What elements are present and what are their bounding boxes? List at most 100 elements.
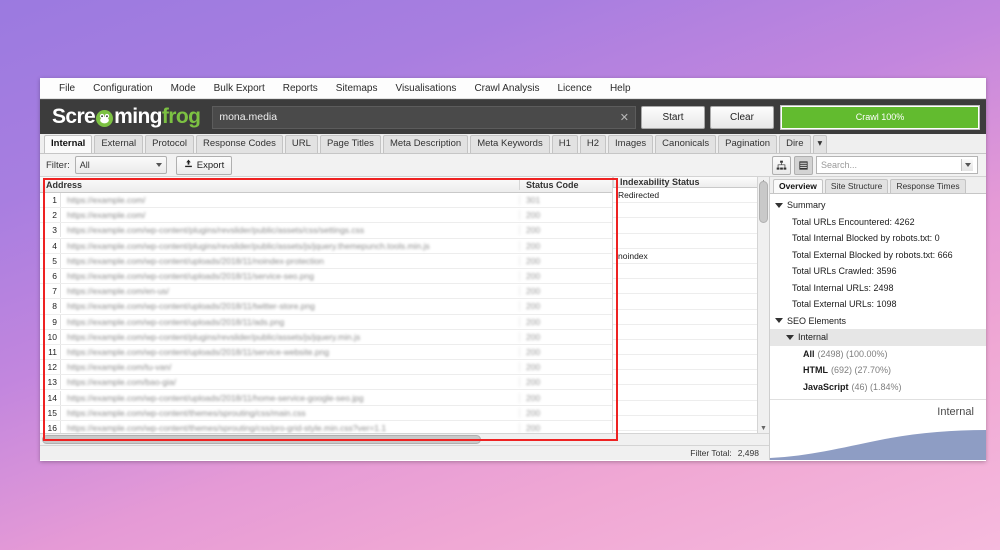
table-row[interactable]: 2 https://example.com/200: [40, 208, 612, 224]
tab-response-codes[interactable]: Response Codes: [196, 135, 283, 153]
horizontal-scrollbar[interactable]: [40, 433, 769, 445]
cell-address[interactable]: https://example.com/wp-content/uploads/2…: [61, 301, 519, 311]
menu-item-crawl-analysis[interactable]: Crawl Analysis: [465, 83, 548, 94]
table-row[interactable]: 13 https://example.com/bao-gia/200: [40, 375, 612, 391]
menu-item-bulk-export[interactable]: Bulk Export: [205, 83, 274, 94]
cell-status-code[interactable]: 200: [519, 301, 612, 312]
table-row[interactable]: 11 https://example.com/wp-content/uploads…: [40, 344, 612, 361]
scrollbar-thumb[interactable]: [759, 181, 768, 223]
tab-external[interactable]: External: [94, 135, 144, 153]
scroll-down-icon[interactable]: ▼: [758, 423, 769, 433]
table-row[interactable]: 12 https://example.com/tu-van/200: [40, 360, 612, 376]
cell-status-code[interactable]: 200: [519, 316, 612, 327]
menu-item-licence[interactable]: Licence: [548, 83, 600, 94]
menu-item-file[interactable]: File: [50, 83, 84, 94]
cell-status-code[interactable]: 200: [519, 271, 612, 282]
cell-indexability-status[interactable]: [613, 294, 757, 310]
cell-address[interactable]: https://example.com/wp-content/uploads/2…: [61, 317, 519, 327]
cell-address[interactable]: https://example.com/wp-content/plugins/r…: [61, 241, 519, 251]
table-row[interactable]: 15 https://example.com/wp-content/themes/…: [40, 405, 612, 421]
internal-item-all[interactable]: All (2498) (100.00%): [770, 346, 986, 363]
tab-internal[interactable]: Internal: [44, 135, 93, 153]
menu-item-sitemaps[interactable]: Sitemaps: [327, 83, 387, 94]
filter-select[interactable]: All: [74, 156, 167, 174]
menu-item-mode[interactable]: Mode: [162, 83, 205, 94]
tab-images[interactable]: Images: [608, 135, 654, 153]
cell-address[interactable]: https://example.com/wp-content/plugins/r…: [61, 225, 519, 235]
tab-directives[interactable]: Dire: [779, 135, 811, 153]
tab-h2[interactable]: H2: [579, 135, 607, 153]
cell-indexability-status[interactable]: [613, 203, 757, 219]
search-input[interactable]: Search...: [816, 156, 978, 174]
cell-status-code[interactable]: 200: [519, 392, 612, 403]
internal-item-html[interactable]: HTML (692) (27.70%): [770, 362, 986, 379]
cell-indexability-status[interactable]: [613, 385, 757, 401]
chevron-down-icon[interactable]: ▾: [812, 135, 828, 153]
table-row[interactable]: 16 https://example.com/wp-content/themes/…: [40, 420, 612, 433]
table-row[interactable]: 9 https://example.com/wp-content/uploads/…: [40, 314, 612, 330]
hscrollbar-thumb[interactable]: [42, 435, 482, 444]
cell-status-code[interactable]: 200: [519, 422, 612, 433]
clear-button[interactable]: Clear: [710, 105, 774, 129]
cell-indexability-status[interactable]: [613, 370, 757, 386]
tab-canonicals[interactable]: Canonicals: [655, 135, 717, 153]
table-row[interactable]: 5 https://example.com/wp-content/uploads/…: [40, 253, 612, 269]
cell-address[interactable]: https://example.com/wp-content/plugins/r…: [61, 332, 519, 342]
cell-indexability-status[interactable]: [613, 340, 757, 356]
tree-view-icon[interactable]: [772, 155, 791, 175]
table-row[interactable]: 14 https://example.com/wp-content/uploads…: [40, 390, 612, 406]
sidebar-tab-overview[interactable]: Overview: [773, 179, 823, 193]
column-header-indexability-status[interactable]: Indexability Status: [613, 177, 757, 187]
cell-status-code[interactable]: 200: [519, 362, 612, 373]
close-icon[interactable]: ✕: [616, 111, 629, 124]
tab-pagination[interactable]: Pagination: [718, 135, 778, 153]
table-row[interactable]: 3 https://example.com/wp-content/plugins/…: [40, 223, 612, 239]
cell-indexability-status[interactable]: Redirected: [613, 188, 757, 204]
cell-address[interactable]: https://example.com/bao-gia/: [61, 377, 519, 387]
tree-group-internal[interactable]: Internal: [770, 329, 986, 346]
table-row[interactable]: 4 https://example.com/wp-content/plugins/…: [40, 238, 612, 254]
internal-item-javascript[interactable]: JavaScript (46) (1.84%): [770, 379, 986, 396]
cell-indexability-status[interactable]: [613, 279, 757, 295]
list-view-icon[interactable]: [794, 155, 813, 175]
cell-address[interactable]: https://example.com/wp-content/uploads/2…: [61, 256, 519, 266]
vertical-scrollbar[interactable]: ▲ ▼: [757, 177, 769, 433]
menu-item-visualisations[interactable]: Visualisations: [386, 83, 465, 94]
tree-group-seo-elements[interactable]: SEO Elements: [770, 313, 986, 330]
table-row[interactable]: 1 https://example.com/301: [40, 193, 612, 209]
tab-protocol[interactable]: Protocol: [145, 135, 195, 153]
tab-meta-keywords[interactable]: Meta Keywords: [470, 135, 550, 153]
url-input[interactable]: mona.media ✕: [212, 105, 636, 129]
table-row[interactable]: 10 https://example.com/wp-content/plugins…: [40, 329, 612, 345]
start-button[interactable]: Start: [641, 105, 705, 129]
table-row[interactable]: 7 https://example.com/en-us/200: [40, 284, 612, 300]
cell-address[interactable]: https://example.com/wp-content/uploads/2…: [61, 393, 519, 403]
cell-address[interactable]: https://example.com/wp-content/themes/sp…: [61, 423, 519, 433]
sidebar-tab-response-times[interactable]: Response Times: [890, 179, 966, 193]
cell-address[interactable]: https://example.com/tu-van/: [61, 362, 519, 372]
cell-indexability-status[interactable]: [613, 355, 757, 371]
menu-item-reports[interactable]: Reports: [274, 83, 327, 94]
chevron-down-icon[interactable]: [961, 159, 973, 171]
cell-status-code[interactable]: 200: [519, 286, 612, 297]
column-header-address[interactable]: Address: [40, 179, 520, 190]
menu-item-configuration[interactable]: Configuration: [84, 83, 161, 94]
export-button[interactable]: Export: [175, 155, 233, 175]
table-rows[interactable]: 1 https://example.com/301 2 https://example…: [40, 193, 612, 433]
cell-address[interactable]: https://example.com/en-us/: [61, 286, 519, 296]
tab-h1[interactable]: H1: [551, 135, 578, 153]
sidebar-tab-site-structure[interactable]: Site Structure: [824, 179, 889, 193]
indexability-rows[interactable]: Redirected noindex: [613, 188, 757, 433]
cell-address[interactable]: https://example.com/: [61, 195, 519, 205]
cell-indexability-status[interactable]: noindex: [613, 249, 757, 264]
cell-status-code[interactable]: 200: [519, 346, 612, 357]
cell-indexability-status[interactable]: [613, 310, 757, 325]
cell-indexability-status[interactable]: [613, 234, 757, 249]
cell-address[interactable]: https://example.com/wp-content/uploads/2…: [61, 347, 519, 357]
cell-indexability-status[interactable]: [613, 218, 757, 234]
column-header-status-code[interactable]: Status Code: [520, 180, 612, 190]
menu-item-help[interactable]: Help: [601, 83, 640, 94]
cell-status-code[interactable]: 200: [519, 210, 612, 221]
cell-indexability-status[interactable]: [613, 416, 757, 431]
tab-url[interactable]: URL: [284, 135, 318, 153]
